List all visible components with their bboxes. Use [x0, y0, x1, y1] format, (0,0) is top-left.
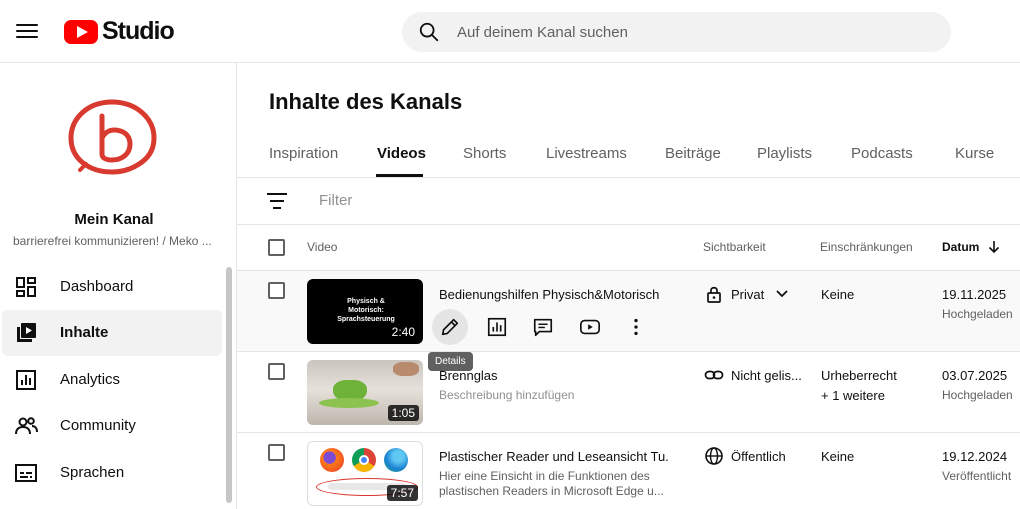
- youtube-play-icon: [580, 319, 600, 335]
- studio-logo[interactable]: Studio: [64, 17, 175, 46]
- video-duration: 2:40: [387, 324, 419, 340]
- video-title[interactable]: Bedienungshilfen Physisch&Motorisch: [439, 287, 669, 302]
- sidebar-item-label: Sprachen: [60, 464, 125, 481]
- thumbnail-saucer-shape: [319, 398, 379, 408]
- video-duration: 1:05: [387, 405, 419, 421]
- edge-icon: [384, 448, 408, 472]
- youtube-play-icon: [64, 19, 98, 44]
- tab-kurse[interactable]: Kurse: [955, 145, 994, 162]
- comment-icon: [533, 318, 553, 337]
- sort-arrow-down-icon: [988, 241, 999, 254]
- sidebar-item-label: Analytics: [60, 371, 121, 388]
- top-header: Studio: [0, 0, 1020, 63]
- page-title: Inhalte des Kanals: [269, 89, 463, 114]
- tab-beitraege[interactable]: Beiträge: [665, 145, 721, 162]
- analytics-button[interactable]: [479, 309, 515, 345]
- lock-icon: [707, 286, 721, 303]
- video-thumbnail[interactable]: 7:57: [307, 441, 423, 506]
- watch-on-youtube-button[interactable]: [572, 309, 608, 345]
- sidebar-item-community[interactable]: Community: [2, 403, 222, 449]
- tab-livestreams[interactable]: Livestreams: [546, 145, 627, 162]
- tab-podcasts[interactable]: Podcasts: [851, 145, 913, 162]
- sidebar-item-sprachen[interactable]: Sprachen: [2, 450, 222, 496]
- comments-button[interactable]: [525, 309, 561, 345]
- logo-text: Studio: [102, 17, 175, 45]
- tab-shorts[interactable]: Shorts: [463, 145, 506, 162]
- globe-icon: [705, 447, 723, 465]
- date-value: 19.11.2025: [942, 287, 1007, 302]
- divider: [237, 224, 1020, 225]
- row-checkbox[interactable]: [268, 363, 285, 380]
- column-header-video: Video: [307, 240, 338, 254]
- visibility-value: Öffentlich: [731, 449, 786, 464]
- column-header-visibility: Sichtbarkeit: [703, 240, 766, 254]
- details-button[interactable]: [432, 309, 468, 345]
- sidebar-item-label: Community: [60, 417, 136, 434]
- restriction-value: Keine: [821, 287, 855, 302]
- more-options-button[interactable]: [618, 309, 654, 345]
- video-description[interactable]: Hier eine Einsicht in die Funktionen des…: [439, 469, 671, 499]
- channel-avatar[interactable]: [66, 96, 158, 178]
- video-thumbnail[interactable]: 1:05: [307, 360, 423, 425]
- upload-status: Hochgeladen: [942, 388, 1013, 402]
- thumbnail-text: Physisch & Motorisch: Sprachsteuerung: [337, 298, 395, 323]
- filter-icon[interactable]: [266, 193, 288, 209]
- divider: [237, 177, 1020, 178]
- sidebar-item-label: Inhalte: [60, 324, 109, 341]
- hamburger-menu-icon[interactable]: [14, 20, 40, 42]
- divider: [237, 351, 1020, 352]
- search-icon[interactable]: [418, 21, 440, 43]
- firefox-icon: [320, 448, 344, 472]
- column-header-date-label: Datum: [942, 240, 980, 254]
- subtitles-icon: [15, 464, 37, 482]
- sidebar-scrollbar[interactable]: [226, 267, 232, 503]
- tab-inspiration[interactable]: Inspiration: [269, 145, 338, 162]
- video-duration: 7:57: [386, 485, 418, 501]
- divider: [237, 432, 1020, 433]
- row-checkbox[interactable]: [268, 282, 285, 299]
- content-icon: [17, 323, 36, 342]
- dashboard-icon: [16, 277, 36, 297]
- pencil-icon: [441, 318, 459, 336]
- community-icon: [15, 417, 38, 435]
- upload-status: Veröffentlicht: [942, 469, 1012, 483]
- video-title[interactable]: Plastischer Reader und Leseansicht Tu...: [439, 449, 669, 464]
- channel-name: Mein Kanal: [74, 211, 154, 228]
- analytics-icon: [487, 317, 507, 337]
- column-header-restrictions: Einschränkungen: [820, 240, 913, 254]
- thumbnail-hand-shape: [393, 362, 419, 376]
- search-input[interactable]: [457, 12, 927, 52]
- column-header-date[interactable]: Datum: [942, 240, 1001, 254]
- chrome-icon: [352, 448, 376, 472]
- sidebar: Mein Kanal barrierefrei kommunizieren! /…: [0, 63, 237, 509]
- analytics-icon: [16, 370, 36, 390]
- visibility-value: Nicht gelis...: [731, 368, 802, 383]
- channel-subtitle: barrierefrei kommunizieren! / Meko ...: [13, 234, 212, 248]
- date-value: 03.07.2025: [942, 368, 1008, 383]
- restriction-extra[interactable]: + 1 weitere: [821, 388, 885, 403]
- more-vert-icon: [634, 318, 638, 336]
- tab-videos[interactable]: Videos: [377, 145, 426, 162]
- visibility-value: Privat: [731, 287, 765, 302]
- filter-input[interactable]: Filter: [319, 192, 619, 209]
- upload-status: Hochgeladen: [942, 307, 1013, 321]
- sidebar-item-analytics[interactable]: Analytics: [2, 357, 222, 403]
- sidebar-item-label: Dashboard: [60, 278, 134, 295]
- row-checkbox[interactable]: [268, 444, 285, 461]
- restriction-value[interactable]: Urheberrecht: [821, 368, 897, 383]
- tab-playlists[interactable]: Playlists: [757, 145, 812, 162]
- date-value: 19.12.2024: [942, 449, 1008, 464]
- video-description[interactable]: Beschreibung hinzufügen: [439, 388, 671, 403]
- search-bar[interactable]: [402, 12, 951, 52]
- video-title[interactable]: Brennglas: [439, 368, 669, 383]
- sidebar-item-dashboard[interactable]: Dashboard: [2, 264, 222, 310]
- restriction-value: Keine: [821, 449, 855, 464]
- select-all-checkbox[interactable]: [268, 239, 285, 256]
- chevron-down-icon[interactable]: [774, 287, 790, 301]
- link-icon: [704, 370, 724, 380]
- video-thumbnail[interactable]: Physisch & Motorisch: Sprachsteuerung 2:…: [307, 279, 423, 344]
- sidebar-item-inhalte[interactable]: Inhalte: [2, 310, 222, 356]
- details-tooltip: Details: [428, 352, 473, 371]
